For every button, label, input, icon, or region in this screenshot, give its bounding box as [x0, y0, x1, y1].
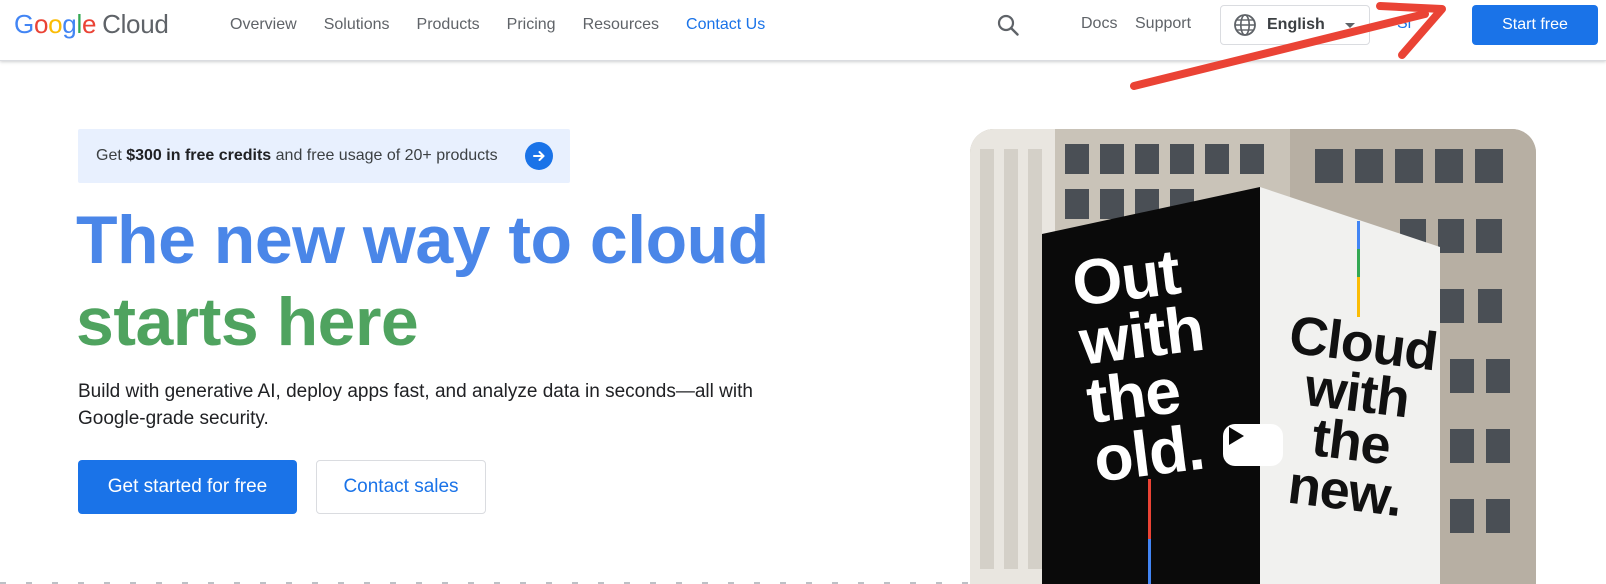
- start-free-button[interactable]: Start free: [1472, 5, 1598, 45]
- support-link[interactable]: Support: [1135, 15, 1191, 33]
- logo-letter: e: [81, 8, 97, 39]
- nav-item-resources[interactable]: Resources: [583, 16, 659, 34]
- promo-suffix: and free usage of 20+ products: [271, 147, 498, 164]
- promo-highlight: $300 in free credits: [126, 147, 272, 164]
- logo-letter: o: [48, 8, 63, 39]
- main-nav: Overview Solutions Products Pricing Reso…: [230, 0, 792, 50]
- play-button[interactable]: [1223, 424, 1283, 466]
- logo-letter: G: [14, 8, 34, 39]
- nav-item-solutions[interactable]: Solutions: [324, 16, 390, 34]
- hero-headline-line1: The new way to cloud: [76, 202, 769, 278]
- docs-link[interactable]: Docs: [1081, 15, 1117, 33]
- language-selector[interactable]: English: [1220, 5, 1370, 45]
- globe-icon: [1234, 14, 1256, 36]
- logo-product-name: Cloud: [102, 8, 169, 39]
- site-header: Google Cloud Overview Solutions Products…: [0, 0, 1606, 61]
- nav-item-products[interactable]: Products: [417, 16, 480, 34]
- nav-item-pricing[interactable]: Pricing: [507, 16, 556, 34]
- logo-letter: o: [33, 8, 49, 39]
- billboard-right-text: Cloud with the new.: [1268, 305, 1440, 528]
- billboard-illustration: [970, 129, 1536, 584]
- hero-video[interactable]: Out with the old. Cloud with the new.: [970, 129, 1536, 584]
- promo-text: Get $300 in free credits and free usage …: [96, 147, 498, 165]
- hero-headline-line2: starts here: [76, 284, 419, 360]
- language-selected-value: English: [1267, 16, 1325, 33]
- free-credits-banner[interactable]: Get $300 in free credits and free usage …: [78, 129, 570, 183]
- billboard-left-line: old.: [1089, 410, 1208, 496]
- search-icon[interactable]: [996, 13, 1020, 37]
- nav-item-contact-us[interactable]: Contact Us: [686, 16, 765, 34]
- google-cloud-logo[interactable]: Google Cloud: [14, 6, 169, 42]
- play-icon: [1229, 427, 1244, 445]
- arrow-right-icon[interactable]: [525, 142, 553, 170]
- chevron-down-icon: [1345, 23, 1355, 28]
- hero-subtext: Build with generative AI, deploy apps fa…: [78, 381, 753, 429]
- logo-letter: g: [62, 8, 77, 39]
- contact-sales-button[interactable]: Contact sales: [316, 460, 486, 514]
- promo-prefix: Get: [96, 147, 127, 164]
- nav-item-overview[interactable]: Overview: [230, 16, 297, 34]
- sign-in-link[interactable]: Si: [1397, 15, 1415, 33]
- get-started-button[interactable]: Get started for free: [78, 460, 297, 514]
